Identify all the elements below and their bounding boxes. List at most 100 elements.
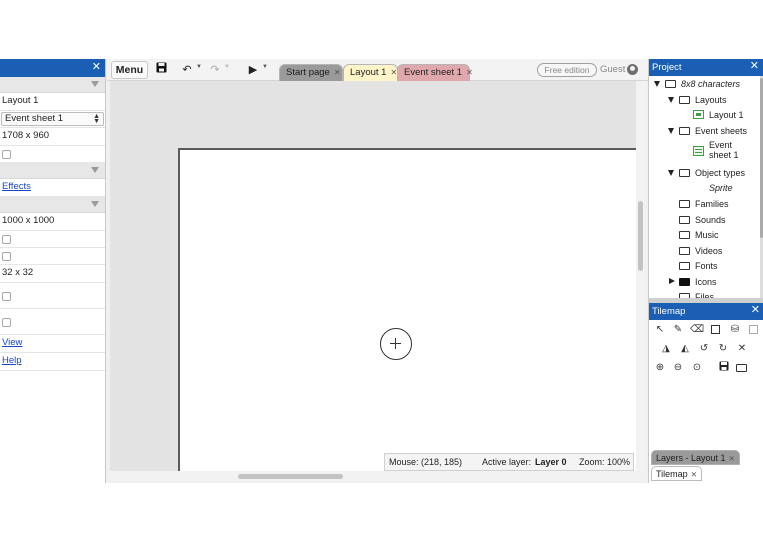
crosshair-cursor-icon	[380, 328, 412, 360]
tree-item-root[interactable]: 8x8 characters	[649, 77, 759, 91]
tab-event-sheet-1[interactable]: Event sheet 1 ✕	[397, 64, 473, 81]
viewport-size-field[interactable]: 1000 x 1000	[0, 213, 105, 231]
tree-label: Files	[695, 292, 715, 298]
layout-group-header[interactable]	[0, 197, 105, 213]
chevron-down-icon[interactable]: ▼	[196, 64, 202, 70]
close-icon[interactable]: ✕	[466, 68, 473, 77]
folder-icon[interactable]	[735, 361, 749, 375]
folder-icon	[665, 80, 676, 88]
vertical-scroll-thumb[interactable]	[638, 201, 643, 271]
property-checkbox[interactable]	[2, 252, 11, 261]
user-icon[interactable]	[627, 64, 638, 75]
vertical-scrollbar[interactable]	[636, 81, 646, 471]
tab-layers[interactable]: Layers - Layout 1 ✕	[651, 450, 740, 465]
tree-item-object-types[interactable]: Object types	[649, 166, 759, 180]
expand-icon[interactable]	[668, 170, 674, 176]
folder-shape	[736, 364, 747, 372]
tile-select-shape	[749, 325, 758, 334]
layout-icon	[693, 110, 704, 119]
tree-item-fonts[interactable]: Fonts	[649, 259, 759, 273]
fill-bucket-icon[interactable]: ⛁	[728, 323, 742, 337]
grid-size-field[interactable]: 32 x 32	[0, 265, 105, 283]
close-icon[interactable]: ✕	[691, 470, 697, 479]
zoom-in-icon[interactable]: ⊕	[653, 361, 667, 375]
checkbox-row	[0, 309, 105, 335]
tree-item-families[interactable]: Families	[649, 197, 759, 211]
tree-label: Layout 1	[709, 110, 744, 120]
expand-icon[interactable]	[668, 128, 674, 134]
properties-panel: ✕ Layout 1 Event sheet 1 ▲ ▼ 1708 x 960 E…	[0, 59, 106, 483]
free-edition-badge[interactable]: Free edition	[537, 63, 597, 77]
undo-icon[interactable]: ↶	[180, 62, 194, 78]
property-checkbox[interactable]	[2, 292, 11, 301]
help-link[interactable]: Help	[2, 355, 22, 366]
tab-start-page[interactable]: Start page ✕	[279, 64, 343, 81]
tree-item-icons[interactable]: Icons	[649, 275, 759, 289]
tile-select-icon[interactable]	[747, 323, 761, 337]
layout-name-field[interactable]: Layout 1	[0, 93, 105, 111]
property-checkbox[interactable]	[2, 235, 11, 244]
properties-close-icon[interactable]: ✕	[92, 61, 101, 74]
tree-item-videos[interactable]: Videos	[649, 244, 759, 258]
zoom-out-icon[interactable]: ⊖	[671, 361, 685, 375]
expand-icon[interactable]	[668, 97, 674, 103]
tilemap-close-icon[interactable]: ✕	[751, 304, 760, 317]
tab-layout-1[interactable]: Layout 1 ✕	[343, 64, 398, 81]
event-sheet-select[interactable]: Event sheet 1 ▲ ▼	[1, 112, 104, 126]
close-icon[interactable]: ✕	[729, 454, 735, 463]
property-checkbox[interactable]	[2, 150, 11, 159]
layout-size-field[interactable]: 1708 x 960	[0, 128, 105, 146]
menu-button[interactable]: Menu	[111, 61, 148, 79]
tree-item-event-sheets[interactable]: Event sheets	[649, 124, 759, 138]
guest-label[interactable]: Guest	[600, 64, 625, 75]
folder-icon	[679, 231, 690, 239]
checkbox-row	[0, 146, 105, 163]
play-icon[interactable]: ▶	[247, 62, 259, 78]
tree-item-files[interactable]: Files	[649, 290, 759, 298]
effects-link[interactable]: Effects	[2, 181, 31, 192]
tree-item-layouts[interactable]: Layouts	[649, 93, 759, 107]
flip-icon[interactable]: ◭	[678, 342, 692, 356]
layout-view[interactable]	[110, 81, 640, 471]
tab-label: Layers - Layout 1	[656, 453, 726, 463]
zoom-reset-icon[interactable]: ⊙	[690, 361, 704, 375]
help-row: Help	[0, 353, 105, 371]
rotate-ccw-icon[interactable]: ↺	[697, 342, 711, 356]
property-checkbox[interactable]	[2, 318, 11, 327]
mouse-position: Mouse: (218, 185)	[389, 457, 463, 467]
view-link[interactable]: View	[2, 337, 22, 348]
tab-tilemap[interactable]: Tilemap ✕	[651, 466, 702, 481]
eraser-icon[interactable]: ⌫	[690, 323, 704, 337]
folder-icon	[679, 169, 690, 177]
tree-item-music[interactable]: Music	[649, 228, 759, 242]
tilemap-title: Tilemap	[652, 306, 686, 317]
layout-canvas[interactable]	[178, 148, 640, 471]
redo-icon[interactable]: ↷	[208, 62, 222, 78]
horizontal-scrollbar[interactable]	[110, 471, 640, 481]
project-close-icon[interactable]: ✕	[750, 60, 759, 73]
active-layer-value: Layer 0	[535, 457, 567, 467]
save-icon[interactable]	[154, 62, 168, 78]
reset-icon[interactable]: ✕	[735, 342, 749, 356]
pointer-icon[interactable]: ↖	[653, 323, 667, 337]
effects-group-header[interactable]	[0, 163, 105, 179]
tree-item-sprite[interactable]: Sprite	[649, 181, 759, 195]
collapsed-icon[interactable]	[669, 278, 675, 284]
tree-item-event-sheet-1[interactable]: Event sheet 1	[649, 139, 759, 163]
bottom-tab-strip: Layers - Layout 1 ✕ Tilemap ✕	[649, 449, 763, 483]
pencil-icon[interactable]: ✎	[671, 323, 685, 337]
properties-group-header[interactable]	[0, 77, 105, 93]
rectangle-icon[interactable]	[709, 323, 723, 337]
rotate-cw-icon[interactable]: ↻	[716, 342, 730, 356]
folder-icon	[679, 200, 690, 208]
horizontal-scroll-thumb[interactable]	[238, 474, 343, 479]
mirror-icon[interactable]: ◮	[659, 342, 673, 356]
chevron-down-icon[interactable]: ▼	[224, 64, 230, 70]
expand-icon[interactable]	[654, 81, 660, 87]
chevron-down-icon[interactable]: ▼	[262, 64, 268, 70]
editor-window: ✕ Layout 1 Event sheet 1 ▲ ▼ 1708 x 960 E…	[0, 59, 763, 483]
tree-item-layout-1[interactable]: Layout 1	[649, 108, 759, 122]
tree-item-sounds[interactable]: Sounds	[649, 213, 759, 227]
close-icon[interactable]: ✕	[334, 68, 341, 77]
save-icon[interactable]	[717, 361, 731, 375]
